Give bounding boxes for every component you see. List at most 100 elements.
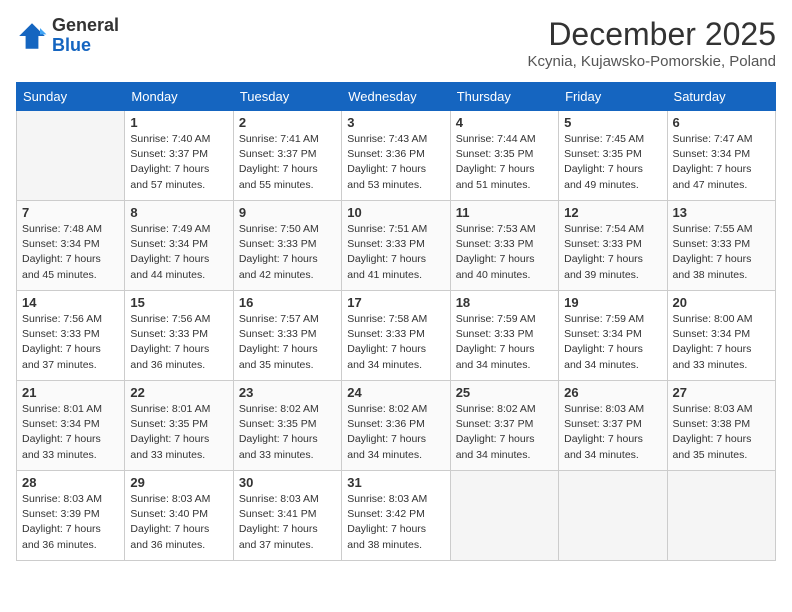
day-info: Sunrise: 8:03 AMSunset: 3:39 PMDaylight:… (22, 492, 119, 553)
day-info: Sunrise: 7:44 AMSunset: 3:35 PMDaylight:… (456, 132, 553, 193)
day-number: 16 (239, 295, 336, 310)
day-info: Sunrise: 8:00 AMSunset: 3:34 PMDaylight:… (673, 312, 770, 373)
calendar-cell: 21 Sunrise: 8:01 AMSunset: 3:34 PMDayligh… (17, 381, 125, 471)
day-number: 22 (130, 385, 227, 400)
day-number: 17 (347, 295, 444, 310)
day-info: Sunrise: 7:50 AMSunset: 3:33 PMDaylight:… (239, 222, 336, 283)
calendar-cell: 3 Sunrise: 7:43 AMSunset: 3:36 PMDaylight… (342, 111, 450, 201)
weekday-header-sunday: Sunday (17, 83, 125, 111)
day-info: Sunrise: 7:51 AMSunset: 3:33 PMDaylight:… (347, 222, 444, 283)
day-info: Sunrise: 7:59 AMSunset: 3:33 PMDaylight:… (456, 312, 553, 373)
weekday-header-wednesday: Wednesday (342, 83, 450, 111)
calendar-cell: 27 Sunrise: 8:03 AMSunset: 3:38 PMDayligh… (667, 381, 775, 471)
day-number: 12 (564, 205, 661, 220)
calendar-week-4: 21 Sunrise: 8:01 AMSunset: 3:34 PMDayligh… (17, 381, 776, 471)
day-number: 10 (347, 205, 444, 220)
calendar-cell (17, 111, 125, 201)
calendar-week-5: 28 Sunrise: 8:03 AMSunset: 3:39 PMDayligh… (17, 471, 776, 561)
logo-text: General Blue (52, 16, 119, 56)
title-section: December 2025 Kcynia, Kujawsko-Pomorskie… (528, 16, 776, 70)
day-number: 18 (456, 295, 553, 310)
day-number: 4 (456, 115, 553, 130)
day-info: Sunrise: 8:02 AMSunset: 3:36 PMDaylight:… (347, 402, 444, 463)
calendar-cell: 11 Sunrise: 7:53 AMSunset: 3:33 PMDayligh… (450, 201, 558, 291)
calendar-cell: 24 Sunrise: 8:02 AMSunset: 3:36 PMDayligh… (342, 381, 450, 471)
day-number: 27 (673, 385, 770, 400)
calendar-cell: 7 Sunrise: 7:48 AMSunset: 3:34 PMDaylight… (17, 201, 125, 291)
day-number: 2 (239, 115, 336, 130)
calendar-week-2: 7 Sunrise: 7:48 AMSunset: 3:34 PMDaylight… (17, 201, 776, 291)
day-number: 3 (347, 115, 444, 130)
day-info: Sunrise: 7:58 AMSunset: 3:33 PMDaylight:… (347, 312, 444, 373)
day-number: 11 (456, 205, 553, 220)
calendar-cell: 1 Sunrise: 7:40 AMSunset: 3:37 PMDaylight… (125, 111, 233, 201)
day-number: 20 (673, 295, 770, 310)
day-info: Sunrise: 8:03 AMSunset: 3:41 PMDaylight:… (239, 492, 336, 553)
day-number: 29 (130, 475, 227, 490)
day-info: Sunrise: 7:56 AMSunset: 3:33 PMDaylight:… (130, 312, 227, 373)
calendar-cell: 23 Sunrise: 8:02 AMSunset: 3:35 PMDayligh… (233, 381, 341, 471)
day-info: Sunrise: 7:45 AMSunset: 3:35 PMDaylight:… (564, 132, 661, 193)
calendar-cell: 26 Sunrise: 8:03 AMSunset: 3:37 PMDayligh… (559, 381, 667, 471)
calendar-cell: 22 Sunrise: 8:01 AMSunset: 3:35 PMDayligh… (125, 381, 233, 471)
day-number: 31 (347, 475, 444, 490)
day-info: Sunrise: 7:57 AMSunset: 3:33 PMDaylight:… (239, 312, 336, 373)
day-info: Sunrise: 8:02 AMSunset: 3:35 PMDaylight:… (239, 402, 336, 463)
day-info: Sunrise: 8:03 AMSunset: 3:40 PMDaylight:… (130, 492, 227, 553)
calendar-week-1: 1 Sunrise: 7:40 AMSunset: 3:37 PMDaylight… (17, 111, 776, 201)
location: Kcynia, Kujawsko-Pomorskie, Poland (528, 53, 776, 70)
logo-general: General (52, 15, 119, 35)
day-info: Sunrise: 8:02 AMSunset: 3:37 PMDaylight:… (456, 402, 553, 463)
day-info: Sunrise: 7:48 AMSunset: 3:34 PMDaylight:… (22, 222, 119, 283)
calendar-cell: 2Sunrise: 7:41 AMSunset: 3:37 PMDaylight… (233, 111, 341, 201)
day-number: 13 (673, 205, 770, 220)
day-info: Sunrise: 8:01 AMSunset: 3:34 PMDaylight:… (22, 402, 119, 463)
calendar-cell: 4 Sunrise: 7:44 AMSunset: 3:35 PMDaylight… (450, 111, 558, 201)
day-info: Sunrise: 8:03 AMSunset: 3:37 PMDaylight:… (564, 402, 661, 463)
page-header: General Blue December 2025 Kcynia, Kujaw… (16, 16, 776, 70)
day-info: Sunrise: 7:59 AMSunset: 3:34 PMDaylight:… (564, 312, 661, 373)
day-number: 21 (22, 385, 119, 400)
day-number: 5 (564, 115, 661, 130)
day-number: 25 (456, 385, 553, 400)
calendar-cell (450, 471, 558, 561)
calendar-cell: 15 Sunrise: 7:56 AMSunset: 3:33 PMDayligh… (125, 291, 233, 381)
day-number: 23 (239, 385, 336, 400)
calendar-cell: 17 Sunrise: 7:58 AMSunset: 3:33 PMDayligh… (342, 291, 450, 381)
logo: General Blue (16, 16, 119, 56)
calendar-cell: 29 Sunrise: 8:03 AMSunset: 3:40 PMDayligh… (125, 471, 233, 561)
calendar-cell: 28 Sunrise: 8:03 AMSunset: 3:39 PMDayligh… (17, 471, 125, 561)
day-info: Sunrise: 8:01 AMSunset: 3:35 PMDaylight:… (130, 402, 227, 463)
day-number: 1 (130, 115, 227, 130)
weekday-header-tuesday: Tuesday (233, 83, 341, 111)
weekday-header-monday: Monday (125, 83, 233, 111)
day-number: 8 (130, 205, 227, 220)
day-info: Sunrise: 8:03 AMSunset: 3:38 PMDaylight:… (673, 402, 770, 463)
day-info: Sunrise: 7:55 AMSunset: 3:33 PMDaylight:… (673, 222, 770, 283)
day-number: 19 (564, 295, 661, 310)
calendar-cell: 13 Sunrise: 7:55 AMSunset: 3:33 PMDayligh… (667, 201, 775, 291)
day-number: 15 (130, 295, 227, 310)
day-number: 26 (564, 385, 661, 400)
day-number: 30 (239, 475, 336, 490)
day-info: Sunrise: 8:03 AMSunset: 3:42 PMDaylight:… (347, 492, 444, 553)
day-number: 24 (347, 385, 444, 400)
calendar-cell (559, 471, 667, 561)
calendar-cell: 30 Sunrise: 8:03 AMSunset: 3:41 PMDayligh… (233, 471, 341, 561)
calendar-cell: 6Sunrise: 7:47 AMSunset: 3:34 PMDaylight… (667, 111, 775, 201)
day-info: Sunrise: 7:54 AMSunset: 3:33 PMDaylight:… (564, 222, 661, 283)
calendar-cell: 18 Sunrise: 7:59 AMSunset: 3:33 PMDayligh… (450, 291, 558, 381)
day-number: 7 (22, 205, 119, 220)
calendar: SundayMondayTuesdayWednesdayThursdayFrid… (16, 82, 776, 561)
day-number: 28 (22, 475, 119, 490)
day-info: Sunrise: 7:43 AMSunset: 3:36 PMDaylight:… (347, 132, 444, 193)
calendar-cell (667, 471, 775, 561)
calendar-cell: 9Sunrise: 7:50 AMSunset: 3:33 PMDaylight… (233, 201, 341, 291)
calendar-header-row: SundayMondayTuesdayWednesdayThursdayFrid… (17, 83, 776, 111)
day-info: Sunrise: 7:53 AMSunset: 3:33 PMDaylight:… (456, 222, 553, 283)
calendar-cell: 25 Sunrise: 8:02 AMSunset: 3:37 PMDayligh… (450, 381, 558, 471)
day-number: 14 (22, 295, 119, 310)
day-info: Sunrise: 7:40 AMSunset: 3:37 PMDaylight:… (130, 132, 227, 193)
day-info: Sunrise: 7:56 AMSunset: 3:33 PMDaylight:… (22, 312, 119, 373)
calendar-cell: 16 Sunrise: 7:57 AMSunset: 3:33 PMDayligh… (233, 291, 341, 381)
